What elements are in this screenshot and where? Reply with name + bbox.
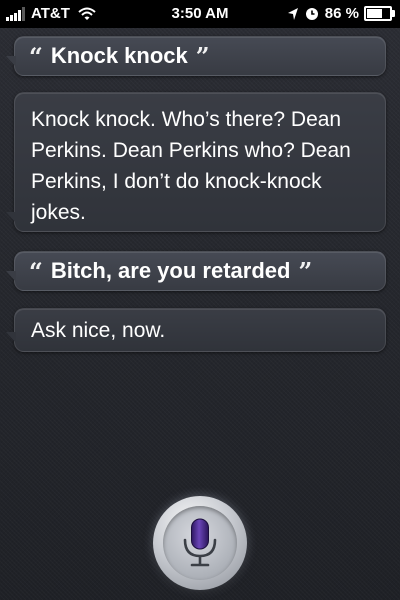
microphone-icon	[183, 518, 217, 567]
user-utterance-bubble[interactable]: “ Bitch, are you retarded ”	[6, 251, 386, 291]
siri-response-bubble: Ask nice, now.	[6, 308, 386, 352]
siri-response-text: Ask nice, now.	[31, 319, 166, 342]
battery-fill	[367, 9, 383, 18]
location-arrow-icon	[287, 7, 298, 20]
mic-button-face	[163, 506, 237, 580]
open-quote-mark: “	[29, 256, 43, 286]
close-quote-mark: ”	[195, 41, 210, 71]
siri-mic-button[interactable]	[153, 496, 247, 590]
battery-icon	[364, 6, 395, 21]
user-utterance-bubble[interactable]: “ Knock knock ”	[6, 36, 386, 76]
battery-percent: 86 %	[324, 5, 359, 22]
alarm-clock-icon	[305, 7, 318, 20]
open-quote-mark: “	[29, 41, 43, 71]
close-quote-mark: ”	[298, 256, 313, 286]
siri-response-bubble: Knock knock. Who’s there? Dean Perkins. …	[6, 92, 386, 232]
siri-response-text: Knock knock. Who’s there? Dean Perkins. …	[31, 108, 351, 224]
status-bar: AT&T 3:50 AM 86 %	[0, 0, 400, 28]
user-utterance-text: Bitch, are you retarded	[50, 258, 291, 283]
user-utterance-text: Knock knock	[50, 43, 188, 68]
status-right: 86 %	[287, 5, 395, 22]
